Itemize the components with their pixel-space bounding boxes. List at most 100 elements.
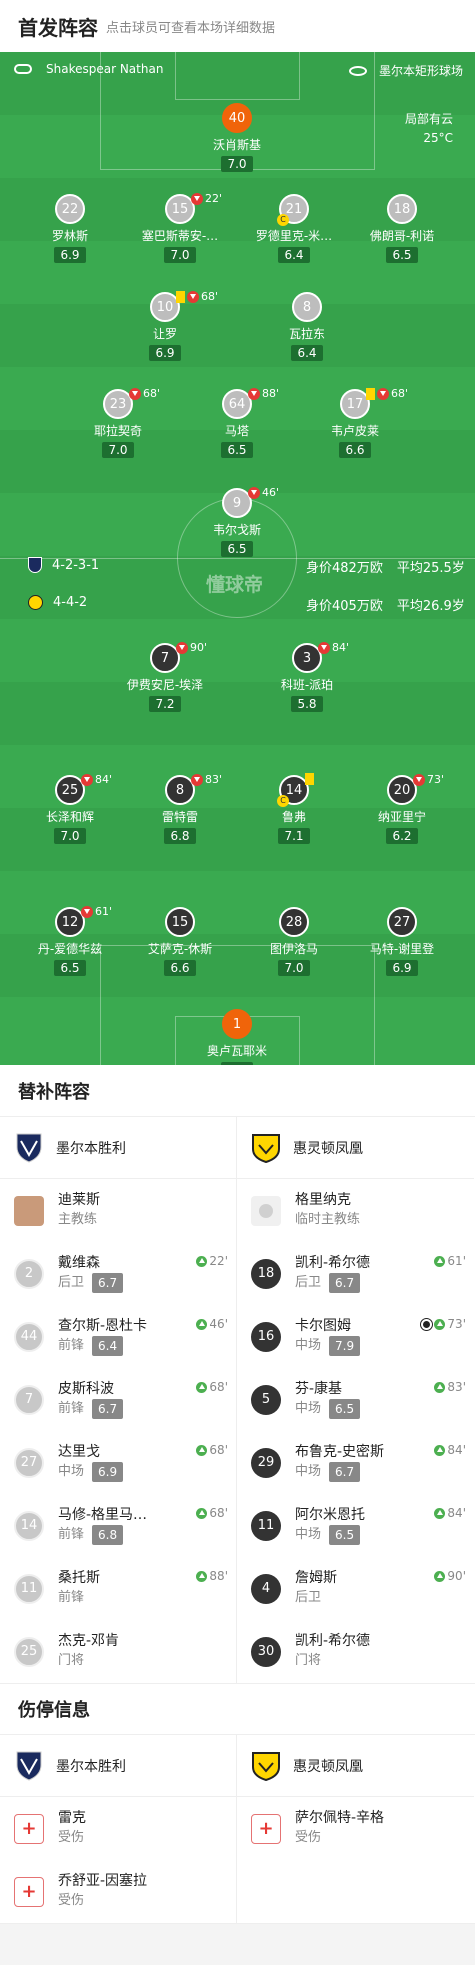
player-number: 8 (292, 292, 322, 322)
player-events: 68' (176, 290, 218, 303)
player-events: 22' (191, 192, 222, 205)
sub-on-icon (196, 1444, 208, 1456)
injury-row[interactable]: + 乔舒亚-因塞拉 受伤 (0, 1860, 236, 1923)
injury-status: 受伤 (58, 1830, 85, 1845)
sub-off-time: 88' (262, 387, 280, 400)
sub-player-rating: 6.7 (329, 1273, 361, 1293)
player-name: 让罗 (152, 327, 177, 341)
home-player[interactable]: 8 瓦拉东 6.4 (242, 292, 372, 361)
sub-player-number: 14 (14, 1510, 44, 1541)
sub-player-row[interactable]: 11 桑托斯 前锋 88' (0, 1557, 236, 1620)
away-player[interactable]: 7 90' 伊费安尼-埃泽 7.2 (100, 641, 230, 712)
sub-player-row[interactable]: 11 阿尔米恩托 中场 6.5 84' (237, 1494, 474, 1557)
sub-player-number: 29 (251, 1447, 281, 1478)
captain-badge-icon: C (277, 214, 289, 226)
away-player[interactable]: 15 艾萨克-休斯 6.6 (115, 907, 245, 976)
home-player[interactable]: 15 22' 塞巴斯蒂安-… 7.0 (115, 192, 245, 263)
sub-player-row[interactable]: 7 皮斯科波 前锋 6.7 68' (0, 1368, 236, 1431)
home-team-row[interactable]: 墨尔本胜利 (0, 1117, 236, 1179)
away-player[interactable]: 27 马特-谢里登 6.9 (337, 907, 467, 976)
sub-on-time: 22' (196, 1254, 228, 1268)
sub-player-row[interactable]: 25 杰克-邓肯 门将 (0, 1620, 236, 1683)
sub-player-row[interactable]: 2 戴维森 后卫 6.7 22' (0, 1242, 236, 1305)
player-number: 25 84' (55, 773, 112, 805)
sub-player-row[interactable]: 16 卡尔图姆 中场 7.9 73' (237, 1305, 474, 1368)
sub-player-row[interactable]: 27 达里戈 中场 6.9 68' (0, 1431, 236, 1494)
sub-player-row[interactable]: 5 芬-康基 中场 6.5 83' (237, 1368, 474, 1431)
player-number: 15 (165, 907, 195, 937)
sub-player-row[interactable]: 29 布鲁克-史密斯 中场 6.7 84' (237, 1431, 474, 1494)
player-name: 沃肖斯基 (212, 138, 261, 152)
weather-text: 局部有云 (404, 112, 453, 126)
injured-player-name: 萨尔佩特-辛格 (295, 1810, 385, 1826)
away-player[interactable]: 1奥卢瓦耶米6.9 (172, 1009, 302, 1065)
home-formation-row: 4-2-3-1 (28, 557, 99, 573)
sub-on-icon (196, 1318, 208, 1330)
player-name: 瓦拉东 (288, 327, 325, 341)
sub-player-row[interactable]: 18 凯利-希尔德 后卫 6.7 61' (237, 1242, 474, 1305)
away-player[interactable]: 8 83' 雷特雷 6.8 (115, 773, 245, 844)
sub-player-number: 25 (14, 1636, 44, 1667)
home-player[interactable]: 23 68' 耶拉契奇 7.0 (53, 387, 183, 458)
wellington-phoenix-logo (251, 1751, 281, 1781)
sub-player-name: 卡尔图姆 (295, 1318, 351, 1334)
pitch: Shakespear Nathan 墨尔本矩形球场 局部有云 25°C 4-2-… (0, 52, 475, 1065)
away-injuries-column: 惠灵顿凤凰 + 萨尔佩特-辛格 受伤 (237, 1735, 474, 1923)
player-rating: 6.5 (54, 960, 86, 976)
sub-off-icon (318, 641, 330, 654)
injured-player-name: 雷克 (58, 1810, 86, 1826)
sub-on-time: 73' (420, 1317, 466, 1331)
home-player[interactable]: 40 沃肖斯基 7.0 (172, 103, 302, 172)
sub-player-row[interactable]: 4 詹姆斯 后卫 90' (237, 1557, 474, 1620)
player-events: 68' (129, 387, 160, 400)
sub-player-number: 44 (14, 1321, 44, 1352)
sub-player-row[interactable]: 14 马修-格里马… 前锋 6.8 68' (0, 1494, 236, 1557)
sub-player-number: 18 (251, 1258, 281, 1289)
injury-row[interactable]: + 雷克 受伤 (0, 1797, 236, 1860)
sub-player-number: 5 (251, 1384, 281, 1415)
injury-row[interactable]: + 萨尔佩特-辛格 受伤 (237, 1797, 474, 1860)
sub-player-row[interactable]: 30 凯利-希尔德 门将 (237, 1620, 474, 1683)
goal-icon (420, 1317, 434, 1331)
away-player[interactable]: 20 73' 纳亚里宁 6.2 (337, 773, 467, 844)
home-player[interactable]: 10 68' 让罗 6.9 (100, 290, 230, 361)
sub-player-position: 后卫 6.7 (58, 1273, 124, 1293)
sub-player-rating: 6.5 (329, 1525, 361, 1545)
home-player[interactable]: 9 46' 韦尔戈斯 6.5 (172, 486, 302, 557)
wellington-phoenix-logo (251, 1133, 281, 1163)
sub-player-rating: 6.7 (92, 1273, 124, 1293)
sub-player-position: 后卫 6.7 (295, 1273, 370, 1293)
player-events: 68' (366, 387, 408, 400)
sub-player-position: 前锋 6.4 (58, 1336, 147, 1356)
sub-off-time: 90' (190, 641, 208, 654)
lineup-title: 首发阵容 (18, 15, 98, 40)
player-rating: 7.0 (102, 442, 134, 458)
player-rating: 7.2 (149, 696, 181, 712)
home-player[interactable]: 64 88' 马塔 6.5 (172, 387, 302, 458)
away-player[interactable]: 3 84' 科班-派珀 5.8 (242, 641, 372, 712)
sub-player-name: 芬-康基 (295, 1381, 343, 1397)
sub-player-rating: 7.9 (329, 1336, 361, 1356)
medical-cross-icon: + (251, 1813, 281, 1844)
sub-player-position: 中场 6.7 (295, 1462, 384, 1482)
sub-player-name: 阿尔米恩托 (295, 1507, 365, 1523)
player-number: 9 46' (222, 486, 279, 518)
sub-player-row[interactable]: 44 查尔斯-恩杜卡 前锋 6.4 46' (0, 1305, 236, 1368)
sub-off-icon (248, 387, 260, 400)
home-coach-row[interactable]: 迪莱斯 主教练 (0, 1179, 236, 1242)
medical-cross-icon: + (14, 1876, 44, 1907)
whistle-icon (14, 64, 32, 74)
away-team-row[interactable]: 惠灵顿凤凰 (237, 1117, 474, 1179)
sub-player-position: 中场 6.9 (58, 1462, 124, 1482)
lineup-subtitle: 点击球员可查看本场详细数据 (106, 20, 276, 36)
sub-on-icon (196, 1570, 208, 1582)
home-player[interactable]: 18 佛朗哥-利诺 6.5 (337, 194, 467, 263)
sub-player-name: 查尔斯-恩杜卡 (58, 1318, 148, 1334)
player-name: 耶拉契奇 (93, 424, 142, 438)
sub-off-time: 84' (95, 773, 113, 786)
player-name: 纳亚里宁 (377, 810, 426, 824)
referee-info: Shakespear Nathan (14, 62, 163, 76)
home-player[interactable]: 17 68' 韦卢皮莱 6.6 (290, 387, 420, 458)
away-coach-row[interactable]: 格里纳克 临时主教练 (237, 1179, 474, 1242)
stadium-name: 墨尔本矩形球场 (378, 64, 463, 78)
